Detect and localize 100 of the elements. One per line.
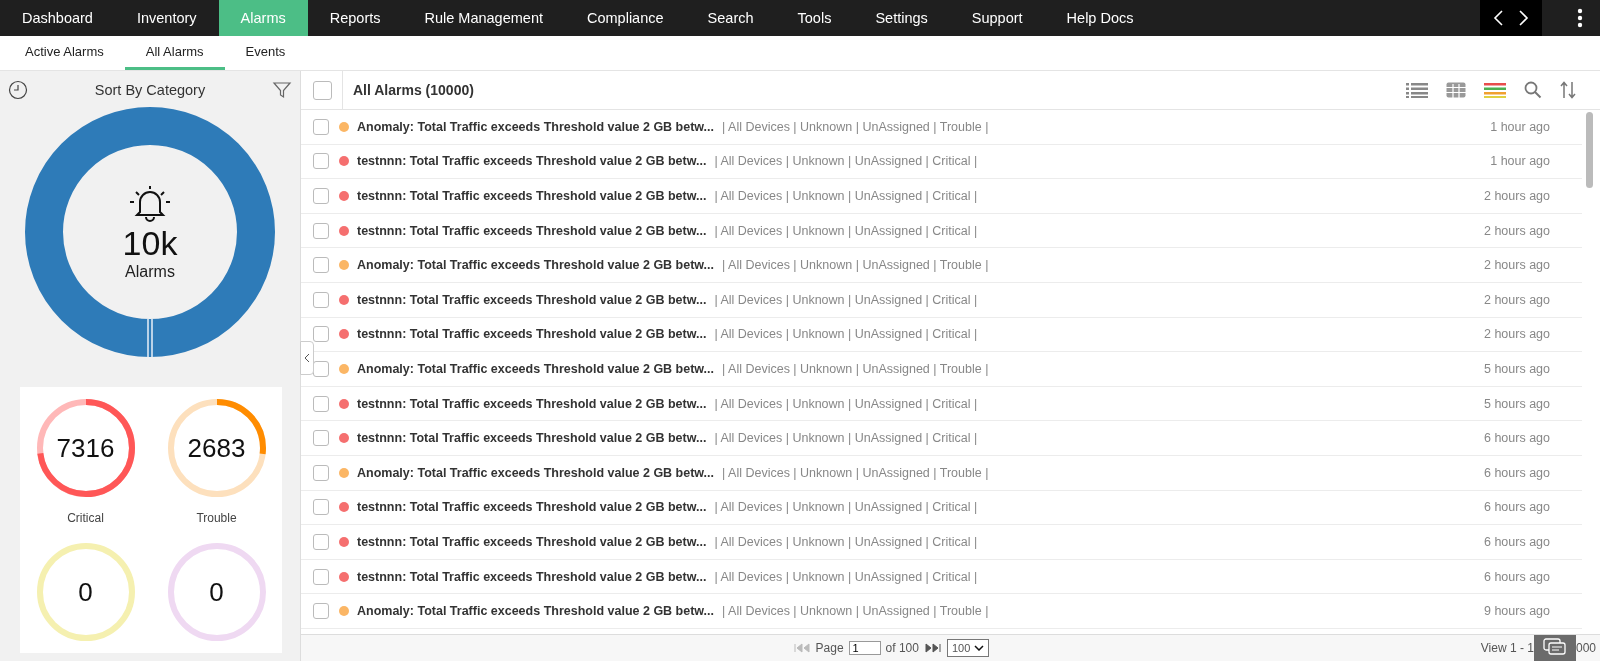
nav-tab[interactable]: Rule Management xyxy=(402,0,565,36)
alarm-time: 2 hours ago xyxy=(1483,327,1551,342)
nav-tab[interactable]: Reports xyxy=(307,0,403,36)
alarm-details: | All Devices | Unknown | UnAssigned | Critical | xyxy=(714,223,978,238)
nav-tab[interactable]: Support xyxy=(949,0,1045,36)
alarm-details: | All Devices | Unknown | UnAssigned | Trouble | xyxy=(722,465,989,480)
sub-tab[interactable]: Events xyxy=(224,36,307,70)
grid-view-icon[interactable] xyxy=(1446,82,1466,98)
bell-icon xyxy=(128,183,172,224)
alarm-title[interactable]: Anomaly: Total Traffic exceeds Threshold value 2 GB betw... xyxy=(357,465,715,480)
alarm-details: | All Devices | Unknown | UnAssigned | Critical | xyxy=(714,569,978,584)
sidebar-title: Sort By Category xyxy=(94,82,206,98)
alarm-title[interactable]: testnnn: Total Traffic exceeds Threshold value 2 GB betw... xyxy=(357,396,707,411)
last-page-icon[interactable] xyxy=(923,643,942,653)
first-page-icon[interactable] xyxy=(792,643,811,653)
page-field[interactable]: 1 xyxy=(848,641,881,655)
row-checkbox[interactable] xyxy=(313,430,329,447)
category-ring[interactable] xyxy=(165,397,268,499)
row-checkbox[interactable] xyxy=(313,464,329,481)
alarm-time: 1 hour ago xyxy=(1490,119,1551,134)
chat-icon xyxy=(1542,638,1567,658)
row-checkbox[interactable] xyxy=(313,222,329,239)
previous-icon[interactable] xyxy=(1492,9,1506,27)
alarm-details: | All Devices | Unknown | UnAssigned | Trouble | xyxy=(722,361,989,376)
alarm-time: 1 hour ago xyxy=(1490,154,1551,169)
alarm-title[interactable]: testnnn: Total Traffic exceeds Threshold value 2 GB betw... xyxy=(357,154,707,169)
nav-tab[interactable]: Compliance xyxy=(565,0,686,36)
alarm-details: | All Devices | Unknown | UnAssigned | Trouble | xyxy=(722,604,989,619)
nav-tab[interactable]: Search xyxy=(685,0,776,36)
chevron-icon xyxy=(304,353,310,363)
alarm-time: 9 hours ago xyxy=(1483,604,1551,619)
nav-tab[interactable]: Tools xyxy=(775,0,854,36)
alarm-title[interactable]: Anomaly: Total Traffic exceeds Threshold value 2 GB betw... xyxy=(357,258,715,273)
alarm-title[interactable]: testnnn: Total Traffic exceeds Threshold value 2 GB betw... xyxy=(357,534,707,549)
alarm-title[interactable]: Anomaly: Total Traffic exceeds Threshold value 2 GB betw... xyxy=(357,119,715,134)
row-checkbox[interactable] xyxy=(313,326,329,343)
nav-tab[interactable]: Settings xyxy=(853,0,950,36)
alarm-title[interactable]: testnnn: Total Traffic exceeds Threshold value 2 GB betw... xyxy=(357,327,707,342)
filter-icon[interactable] xyxy=(272,80,292,100)
search-icon[interactable] xyxy=(1524,81,1542,99)
severity-view-icon[interactable] xyxy=(1484,82,1506,98)
row-checkbox[interactable] xyxy=(313,188,329,204)
row-checkbox[interactable] xyxy=(313,360,329,377)
alarm-title[interactable]: testnnn: Total Traffic exceeds Threshold value 2 GB betw... xyxy=(357,292,707,307)
alarm-time: 2 hours ago xyxy=(1483,258,1551,273)
page-size-select[interactable]: 100 xyxy=(946,639,990,657)
alarm-time: 2 hours ago xyxy=(1483,292,1551,307)
alarm-title[interactable]: Anomaly: Total Traffic exceeds Threshold value 2 GB betw... xyxy=(357,361,715,376)
row-checkbox[interactable] xyxy=(313,291,329,308)
category-count: 0 xyxy=(78,576,93,608)
sort-icon[interactable] xyxy=(1560,81,1576,99)
alarm-title[interactable]: Anomaly: Total Traffic exceeds Threshold value 2 GB betw... xyxy=(357,604,715,619)
category-count: 2683 xyxy=(187,432,246,464)
nav-tab[interactable]: Inventory xyxy=(114,0,219,36)
category-count: 0 xyxy=(209,576,224,608)
scrollbar-thumb[interactable] xyxy=(1586,112,1593,188)
alarm-title[interactable]: testnnn: Total Traffic exceeds Threshold value 2 GB betw... xyxy=(357,223,707,238)
next-icon[interactable] xyxy=(1516,9,1530,27)
alarm-time: 5 hours ago xyxy=(1483,396,1551,411)
alarm-time: 6 hours ago xyxy=(1483,534,1551,549)
total-count: 10k xyxy=(122,223,178,263)
alarm-title[interactable]: testnnn: Total Traffic exceeds Threshold value 2 GB betw... xyxy=(357,500,707,515)
select-all-checkbox[interactable] xyxy=(313,80,332,100)
alarm-details: | All Devices | Unknown | UnAssigned | Critical | xyxy=(714,327,978,342)
category-ring[interactable] xyxy=(34,397,137,499)
alarm-title[interactable]: testnnn: Total Traffic exceeds Threshold value 2 GB betw... xyxy=(357,431,707,446)
alarm-time: 6 hours ago xyxy=(1483,465,1551,480)
row-checkbox[interactable] xyxy=(313,603,329,620)
clock-icon[interactable] xyxy=(8,80,28,100)
alarm-details: | All Devices | Unknown | UnAssigned | Trouble | xyxy=(722,258,989,273)
alarm-time: 6 hours ago xyxy=(1483,569,1551,584)
nav-tab[interactable]: Dashboard xyxy=(0,0,115,36)
view-total: 000 xyxy=(1575,641,1597,655)
alarm-time: 5 hours ago xyxy=(1483,361,1551,376)
page-total: of 100 xyxy=(885,641,919,655)
alarm-details: | All Devices | Unknown | UnAssigned | Critical | xyxy=(714,396,978,411)
category-label: Trouble xyxy=(196,511,237,525)
row-checkbox[interactable] xyxy=(313,395,329,412)
alarm-time: 2 hours ago xyxy=(1483,189,1551,203)
alarm-details: | All Devices | Unknown | UnAssigned | Critical | xyxy=(714,500,978,515)
page-label: Page xyxy=(815,641,844,655)
row-checkbox[interactable] xyxy=(313,568,329,585)
category-label: Critical xyxy=(67,511,104,525)
alarm-time: 6 hours ago xyxy=(1483,431,1551,446)
chat-button[interactable] xyxy=(1533,635,1576,661)
sub-tab[interactable]: Active Alarms xyxy=(4,36,125,70)
category-count: 7316 xyxy=(56,432,115,464)
row-checkbox[interactable] xyxy=(313,499,329,516)
nav-tab[interactable]: Help Docs xyxy=(1044,0,1156,36)
row-checkbox[interactable] xyxy=(313,118,329,135)
row-checkbox[interactable] xyxy=(313,533,329,550)
alarm-time: 2 hours ago xyxy=(1483,223,1551,238)
alarm-title[interactable]: testnnn: Total Traffic exceeds Threshold value 2 GB betw... xyxy=(357,189,707,203)
list-view-icon[interactable] xyxy=(1406,82,1428,98)
alarm-details: | All Devices | Unknown | UnAssigned | Critical | xyxy=(714,154,978,169)
collapse-handle[interactable] xyxy=(300,341,314,375)
alarm-title[interactable]: testnnn: Total Traffic exceeds Threshold value 2 GB betw... xyxy=(357,569,707,584)
row-checkbox[interactable] xyxy=(313,257,329,274)
row-checkbox[interactable] xyxy=(313,153,329,170)
alarm-details: | All Devices | Unknown | UnAssigned | Critical | xyxy=(714,534,978,549)
